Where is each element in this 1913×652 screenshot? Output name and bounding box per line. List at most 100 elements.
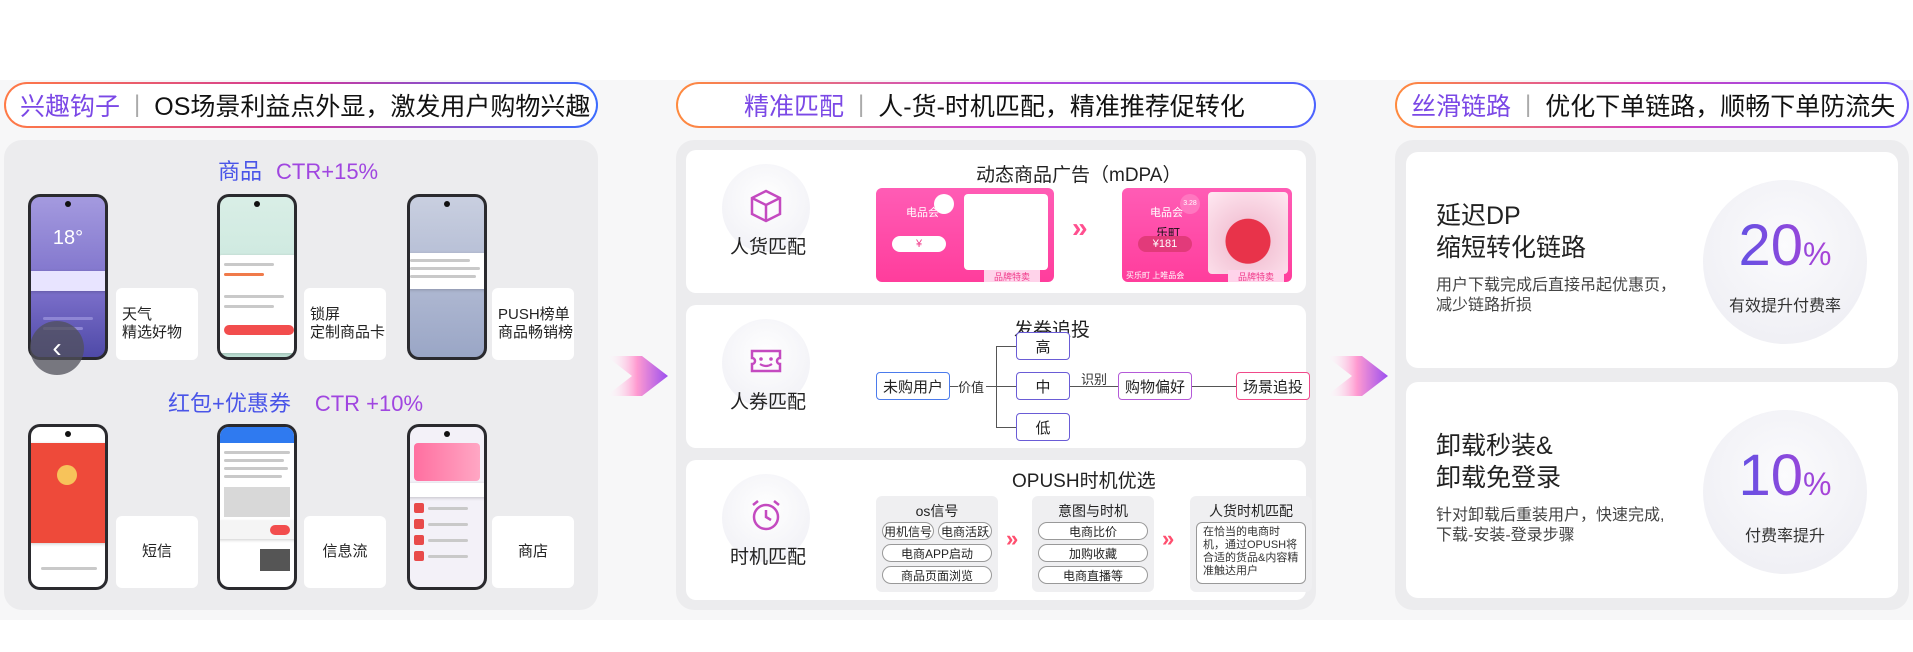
caption-store: 商店 xyxy=(492,516,574,588)
caption-line2: 定制商品卡 xyxy=(310,324,386,341)
column-title-text: 人-货-时机匹配，精准推荐促转化 xyxy=(878,93,1245,121)
ad-product-image xyxy=(1208,192,1288,274)
chip: 电商APP启动 xyxy=(882,544,992,562)
column-title-separator: | xyxy=(1525,91,1532,118)
caption-feed: 信息流 xyxy=(304,516,386,588)
flow-arrow-icon xyxy=(606,356,668,396)
caption-line1: 信息流 xyxy=(322,543,368,560)
stat-value: 10% xyxy=(1703,442,1867,509)
column-header-smooth-flow: 丝滑链路 | 优化下单链路，顺畅下单防流失 xyxy=(1395,82,1909,128)
edge-label-value: 价值 xyxy=(958,380,985,395)
caption-line1: PUSH榜单 xyxy=(498,306,570,323)
ad-card-filled[interactable]: 电品会 乐町 3.28 ¥181 买乐町 上唯品会 品牌特卖 xyxy=(1122,188,1292,282)
phone-sms xyxy=(28,424,108,590)
weather-temperature: 18° xyxy=(52,227,84,249)
store-coupon-strip xyxy=(410,483,484,497)
stat-value: 20% xyxy=(1703,212,1867,279)
phone-store xyxy=(407,424,487,590)
row-goods-match: 人货匹配 动态商品广告（mDPA） 电品会 ¥ 品牌特卖 » 电品会 乐町 3.… xyxy=(686,150,1306,293)
ad-price: ¥ xyxy=(892,236,946,252)
phone-push xyxy=(407,194,487,360)
double-chevron-icon: » xyxy=(1072,212,1087,243)
section-title-label: 红包+优惠券 xyxy=(168,391,291,416)
caption-sms: 短信 xyxy=(116,516,198,588)
card-title-line1: 卸载秒装& xyxy=(1436,432,1553,460)
chip: 电商活跃 xyxy=(938,522,992,540)
caption-line1: 锁屏 xyxy=(310,306,341,323)
chip: 电商比价 xyxy=(1038,522,1148,540)
ad-card-template[interactable]: 电品会 ¥ 品牌特卖 xyxy=(876,188,1054,282)
feed-coupon-bar xyxy=(220,521,294,539)
ad-footer: 买乐町 上唯品会 xyxy=(1126,271,1185,280)
ad-tag: 品牌特卖 xyxy=(1228,270,1284,282)
stat-circle: 20% 有效提升付费率 xyxy=(1703,180,1867,344)
row-label: 时机匹配 xyxy=(730,547,807,568)
sms-red-packet xyxy=(31,443,105,543)
row-coupon-match: 人券匹配 发券追投 未购用户 价值 高 中 低 识别 购物偏好 场景追投 xyxy=(686,305,1310,448)
double-chevron-icon: » xyxy=(1006,526,1019,551)
weather-product-popup xyxy=(31,271,105,291)
caption-line2: 商品畅销榜 xyxy=(498,324,574,341)
ad-tag: 品牌特卖 xyxy=(984,270,1040,282)
column-title-accent: 兴趣钩子 xyxy=(20,93,121,121)
box-title: os信号 xyxy=(915,503,959,519)
chip: 商品页面浏览 xyxy=(882,566,992,584)
column-title-accent: 丝滑链路 xyxy=(1411,93,1512,121)
card-title-line2: 缩短转化链路 xyxy=(1436,234,1587,262)
column-header-interest-hook: 兴趣钩子 | OS场景利益点外显，激发用户购物兴趣 xyxy=(4,82,598,128)
node-unpurchased-users: 未购用户 xyxy=(876,372,950,400)
column-title-text: OS场景利益点外显，激发用户购物兴趣 xyxy=(154,93,591,121)
people-goods-timing-box: 人货时机匹配 在恰当的电商时机，通过OPUSH将合适的货品&内容精准触达用户 xyxy=(1190,496,1312,592)
intent-timing-box: 意图与时机 电商比价 加购收藏 电商直播等 xyxy=(1032,496,1154,592)
column-header-precise-match: 精准匹配 | 人-货-时机匹配，精准推荐促转化 xyxy=(676,82,1316,128)
section-title-products: 商品 CTR+15% xyxy=(218,154,378,186)
section-title-label: 商品 xyxy=(218,159,263,184)
stat-circle: 10% 付费率提升 xyxy=(1703,410,1867,574)
section-ctr-metric: CTR+15% xyxy=(276,159,379,184)
caption-line1: 天气 xyxy=(122,306,153,323)
card-uninstall-reinstall: 卸载秒装& 卸载免登录 针对卸载后重装用户，快速完成,下载-安装-登录步骤 10… xyxy=(1406,382,1898,598)
node-low: 低 xyxy=(1016,413,1070,441)
section-ctr-metric: CTR +10% xyxy=(314,391,424,416)
node-mid: 中 xyxy=(1016,372,1070,400)
ad-badge: 3.28 xyxy=(1180,194,1200,214)
card-title-line2: 卸载免登录 xyxy=(1436,464,1562,492)
back-chevron-icon[interactable]: ‹ xyxy=(30,321,84,375)
chip: 用机信号 xyxy=(882,522,934,540)
ad-brand: 电品会 xyxy=(1150,207,1183,219)
card-title-line1: 延迟DP xyxy=(1436,202,1521,230)
node-scene-retarget: 场景追投 xyxy=(1236,372,1310,400)
caption-line2: 精选好物 xyxy=(122,324,183,341)
lockscreen-product-card xyxy=(220,255,294,353)
caption-line1: 商店 xyxy=(517,543,548,560)
node-high: 高 xyxy=(1016,332,1070,360)
row-timing-match: 时机匹配 OPUSH时机优选 os信号 用机信号 电商活跃 电商APP启动 商品… xyxy=(686,460,1312,600)
interest-hook-panel: 商品 CTR+15% 18° 天气 精选好物 锁屏 定制商品卡 PUSH榜单 商… xyxy=(4,140,598,610)
chip: 加购收藏 xyxy=(1038,544,1148,562)
card-description: 针对卸载后重装用户，快速完成,下载-安装-登录步骤 xyxy=(1436,507,1665,544)
row-title: OPUSH时机优选 xyxy=(1012,471,1156,492)
box-description: 在恰当的电商时机，通过OPUSH将合适的货品&内容精准触达用户 xyxy=(1196,522,1306,584)
column-title-separator: | xyxy=(134,91,141,118)
ad-price: ¥181 xyxy=(1138,236,1192,252)
caption-lockscreen: 锁屏 定制商品卡 xyxy=(304,288,386,360)
row-label: 人货匹配 xyxy=(730,237,807,258)
column-title-text: 优化下单链路，顺畅下单防流失 xyxy=(1545,93,1896,121)
box-title: 意图与时机 xyxy=(1058,503,1128,519)
push-notification-card xyxy=(410,253,484,289)
caption-push: PUSH榜单 商品畅销榜 xyxy=(492,288,574,360)
node-shopping-preference: 购物偏好 xyxy=(1118,372,1192,400)
stat-label: 有效提升付费率 xyxy=(1728,298,1841,315)
row-title: 动态商品广告（mDPA） xyxy=(976,165,1182,186)
precise-match-panel: 人货匹配 动态商品广告（mDPA） 电品会 ¥ 品牌特卖 » 电品会 乐町 3.… xyxy=(676,140,1316,610)
column-title-separator: | xyxy=(858,91,865,118)
box-title: 人货时机匹配 xyxy=(1209,503,1293,519)
double-chevron-icon: » xyxy=(1162,526,1175,551)
stat-label: 付费率提升 xyxy=(1744,528,1825,545)
card-title: 延迟DP 缩短转化链路 xyxy=(1436,200,1586,264)
card-title: 卸载秒装& 卸载免登录 xyxy=(1436,430,1561,494)
flow-arrow-icon xyxy=(1326,356,1388,396)
column-title-accent: 精准匹配 xyxy=(744,93,845,121)
card-delayed-deeplink: 延迟DP 缩短转化链路 用户下载完成后直接吊起优惠页，减少链路折损 20% 有效… xyxy=(1406,152,1898,368)
caption-weather: 天气 精选好物 xyxy=(116,288,198,360)
